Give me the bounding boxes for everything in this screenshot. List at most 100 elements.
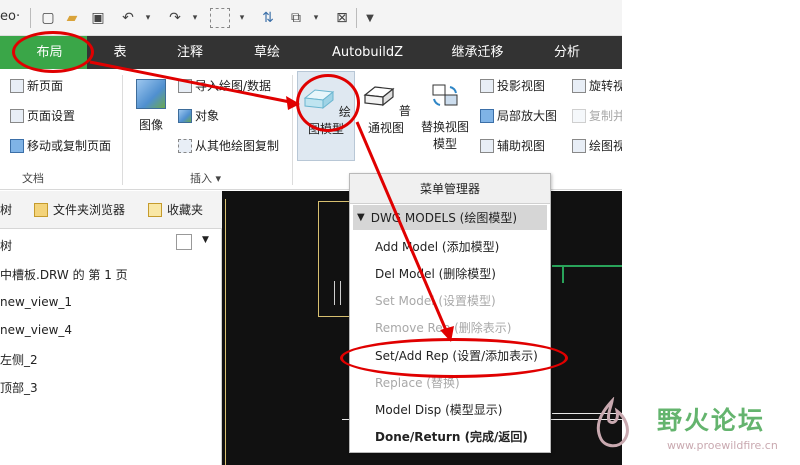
tree-settings-icon[interactable]	[176, 234, 192, 250]
image-icon	[136, 79, 166, 109]
projection-view-icon	[480, 78, 494, 93]
undo-icon[interactable]: ↶	[118, 8, 138, 28]
regenerate-icon[interactable]: ⇅	[258, 8, 278, 28]
auxiliary-view-icon	[480, 138, 494, 153]
group-separator	[292, 75, 293, 185]
group-label-document: 文档	[22, 172, 44, 185]
forum-watermark: 野火论坛 www.proewildfire.cn	[585, 395, 800, 465]
replace-view-icon	[432, 84, 458, 106]
general-view-icon	[363, 86, 395, 107]
drawing-geometry-line	[318, 201, 319, 316]
windows-icon[interactable]: ⧉	[286, 8, 306, 28]
tree-item-sheet[interactable]: 中槽板.DRW 的 第 1 页	[0, 266, 128, 283]
tree-item-view[interactable]: new_view_1	[0, 295, 72, 309]
move-copy-sheet-button[interactable]: 移动或复制页面	[10, 137, 111, 154]
menu-item-del-model[interactable]: Del Model (删除模型)	[375, 265, 496, 282]
watermark-url: www.proewildfire.cn	[667, 439, 778, 452]
drawing-geometry-line	[318, 201, 350, 202]
group-expand-icon: ▾	[215, 172, 222, 185]
tab-folder-browser[interactable]: 文件夹浏览器	[34, 201, 125, 218]
save-icon[interactable]: ▣	[88, 8, 108, 28]
auxiliary-view-button[interactable]: 辅助视图	[480, 137, 545, 154]
object-icon	[178, 108, 192, 123]
new-sheet-button[interactable]: 新页面	[10, 77, 63, 94]
flame-logo-icon	[596, 397, 629, 448]
drawing-border-line	[225, 199, 226, 465]
import-drawing-data-button[interactable]: 导入绘图/数据	[178, 77, 271, 94]
annotation-oval-set-add-rep	[340, 338, 568, 378]
redo-dropdown-icon[interactable]: ▾	[185, 8, 205, 28]
tab-legacy-migration[interactable]: 继承迁移	[440, 36, 515, 69]
menu-item-add-model[interactable]: Add Model (添加模型)	[375, 238, 499, 255]
menu-item-done-return[interactable]: Done/Return (完成/返回)	[375, 428, 528, 445]
detailed-view-button[interactable]: 局部放大图	[480, 107, 557, 124]
menu-item-remove-rep: Remove Rep (删除表示)	[375, 321, 512, 335]
general-view-button[interactable]: 普通视图	[360, 81, 412, 136]
tree-item-label: new_view_4	[0, 323, 73, 337]
tree-item-view[interactable]: new_view_4	[0, 323, 72, 337]
revolved-view-button[interactable]: 旋转视	[572, 77, 625, 94]
dimension-line	[334, 281, 335, 305]
drawing-green-line	[562, 265, 564, 283]
tree-item-label: 中槽板.DRW 的 第 1 页	[0, 268, 128, 282]
menu-manager: 菜单管理器 ▼ DWG MODELS (绘图模型) Add Model (添加模…	[349, 173, 551, 453]
tab-analysis[interactable]: 分析	[542, 36, 592, 69]
redo-icon[interactable]: ↷	[165, 8, 185, 28]
folder-icon	[34, 202, 48, 217]
group-separator	[122, 75, 123, 185]
drawing-view-button[interactable]: 绘图视	[572, 137, 625, 154]
menu-manager-title: 菜单管理器	[350, 174, 550, 204]
insert-image-button[interactable]: 图像	[131, 79, 171, 133]
dimension-line	[340, 281, 341, 305]
menu-group-dwg-models[interactable]: ▼ DWG MODELS (绘图模型)	[353, 205, 547, 230]
detailed-view-icon	[480, 108, 494, 123]
select-dropdown-icon[interactable]: ▾	[232, 8, 252, 28]
tab-favorites[interactable]: 收藏夹	[148, 201, 203, 218]
close-window-icon[interactable]: ⊠	[332, 8, 352, 28]
tree-item-label: new_view_1	[0, 295, 73, 309]
tree-item-view[interactable]: 左侧_2	[0, 351, 38, 368]
group-label-insert[interactable]: 插入 ▾	[190, 170, 221, 186]
menu-item-set-model: Set Model (设置模型)	[375, 294, 496, 308]
annotation-oval-drawing-models	[296, 74, 360, 132]
copy-drawing-icon	[178, 138, 192, 153]
tree-header: 树	[0, 239, 13, 253]
tree-item-view[interactable]: 顶部_3	[0, 379, 38, 396]
revolved-view-icon	[572, 78, 586, 93]
customize-toolbar-icon[interactable]: ▼	[360, 8, 380, 28]
sheet-setup-button[interactable]: 页面设置	[10, 107, 75, 124]
favorites-star-icon	[148, 202, 162, 217]
menu-item-model-disp[interactable]: Model Disp (模型显示)	[375, 401, 502, 418]
quick-access-toolbar: eo· ▢ ▰ ▣ ↶ ▾ ↷ ▾ ▾ ⇅ ⧉ ▾ ⊠ ▼	[0, 0, 622, 36]
new-sheet-icon	[10, 78, 24, 93]
app-title: eo·	[0, 9, 21, 24]
tab-table[interactable]: 表	[100, 36, 140, 69]
import-icon	[178, 78, 192, 93]
copy-align-icon	[572, 108, 586, 123]
undo-dropdown-icon[interactable]: ▾	[138, 8, 158, 28]
move-copy-icon	[10, 138, 24, 153]
tab-autobuildz[interactable]: AutobuildZ	[320, 36, 415, 69]
tree-item-label: 顶部_3	[0, 381, 38, 395]
object-button[interactable]: 对象	[178, 107, 219, 124]
drawing-geometry-line	[318, 316, 350, 317]
select-box-icon[interactable]	[210, 8, 230, 28]
windows-dropdown-icon[interactable]: ▾	[306, 8, 326, 28]
collapse-triangle-icon: ▼	[357, 212, 365, 223]
tab-model-tree[interactable]: 树	[0, 201, 12, 218]
replace-view-model-button[interactable]: 替换视图 模型	[418, 81, 472, 152]
toolbar-separator	[30, 8, 31, 28]
file-tab-stub[interactable]	[0, 36, 12, 69]
tab-annotate[interactable]: 注释	[165, 36, 215, 69]
projection-view-button[interactable]: 投影视图	[480, 77, 545, 94]
drawing-view-icon	[572, 138, 586, 153]
open-folder-icon[interactable]: ▰	[62, 8, 82, 28]
sheet-setup-icon	[10, 108, 24, 123]
toolbar-separator	[356, 8, 357, 28]
copy-align-view-button: 复制并	[572, 107, 625, 124]
new-file-icon[interactable]: ▢	[38, 8, 58, 28]
copy-from-drawing-button[interactable]: 从其他绘图复制	[178, 137, 279, 154]
tree-item-label: 左侧_2	[0, 353, 38, 367]
tree-settings-dropdown-icon[interactable]: ▼	[202, 235, 209, 245]
tab-sketch[interactable]: 草绘	[242, 36, 292, 69]
